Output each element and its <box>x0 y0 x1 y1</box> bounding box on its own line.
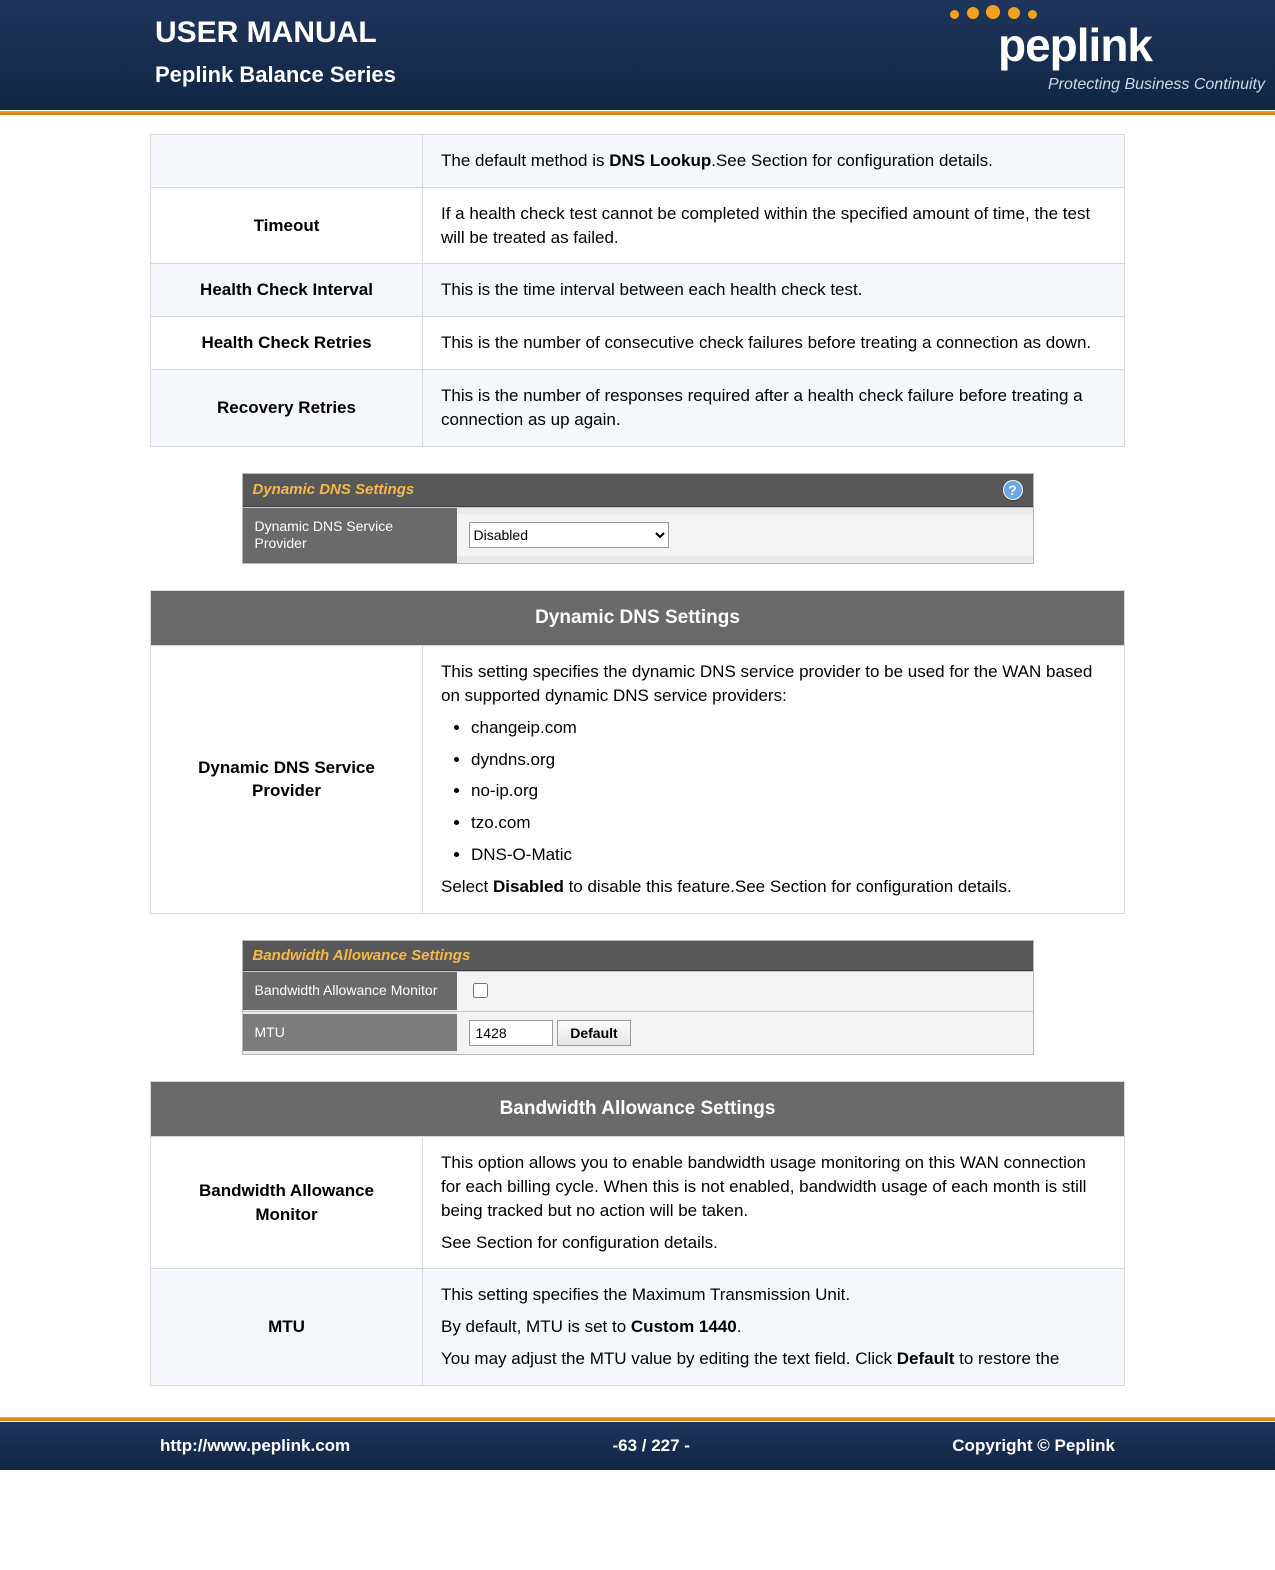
document-header: USER MANUAL Peplink Balance Series pepli… <box>0 0 1275 110</box>
table-row: Health Check Retries This is the number … <box>151 317 1125 370</box>
inline-bold: Disabled <box>493 877 564 896</box>
page-content: The default method is DNS Lookup.See Sec… <box>0 116 1275 1416</box>
text: to restore the <box>954 1349 1059 1368</box>
text: By default, MTU is set to Custom 1440. <box>441 1315 1106 1339</box>
mtu-input[interactable] <box>469 1020 553 1046</box>
table-row: Bandwidth Allowance Monitor This option … <box>151 1137 1125 1269</box>
footer-url: http://www.peplink.com <box>160 1436 350 1456</box>
ddns-provider-select[interactable]: Disabled <box>469 522 669 548</box>
list-item: no-ip.org <box>471 779 1106 803</box>
text: .See Section for configuration details. <box>711 151 993 170</box>
panel-row: MTU Default <box>243 1011 1033 1054</box>
row-desc: This is the time interval between each h… <box>423 264 1125 317</box>
provider-list: changeip.com dyndns.org no-ip.org tzo.co… <box>471 716 1106 867</box>
inline-bold: Custom 1440 <box>631 1317 737 1336</box>
text: Select Disabled to disable this feature.… <box>441 875 1106 899</box>
table-row: The default method is DNS Lookup.See Sec… <box>151 135 1125 188</box>
inline-bold: DNS Lookup <box>609 151 711 170</box>
bandwidth-panel: Bandwidth Allowance Settings Bandwidth A… <box>242 940 1034 1055</box>
row-label: Dynamic DNS Service Provider <box>243 508 457 563</box>
text: to disable this feature.See Section for … <box>564 877 1012 896</box>
text: This option allows you to enable bandwid… <box>441 1151 1106 1222</box>
table-row: Health Check Interval This is the time i… <box>151 264 1125 317</box>
row-desc: This option allows you to enable bandwid… <box>423 1137 1125 1269</box>
panel-title: Bandwidth Allowance Settings <box>253 947 471 964</box>
table-row: Timeout If a health check test cannot be… <box>151 187 1125 264</box>
text: This setting specifies the dynamic DNS s… <box>441 660 1106 708</box>
text: This setting specifies the Maximum Trans… <box>441 1283 1106 1307</box>
section-heading: Dynamic DNS Settings <box>151 590 1125 646</box>
panel-row: Dynamic DNS Service Provider Disabled <box>243 507 1033 563</box>
row-field: Disabled <box>457 514 1033 556</box>
row-label: Timeout <box>151 187 423 264</box>
text: By default, MTU is set to <box>441 1317 631 1336</box>
dynamic-dns-table: Dynamic DNS Settings Dynamic DNS Service… <box>150 590 1125 914</box>
text: See Section for configuration details. <box>441 1231 1106 1255</box>
bandwidth-table: Bandwidth Allowance Settings Bandwidth A… <box>150 1081 1125 1386</box>
row-desc: This setting specifies the Maximum Trans… <box>423 1269 1125 1385</box>
text: . <box>737 1317 742 1336</box>
mtu-default-button[interactable]: Default <box>557 1020 630 1046</box>
table-row: MTU This setting specifies the Maximum T… <box>151 1269 1125 1385</box>
help-icon[interactable]: ? <box>1003 480 1023 500</box>
list-item: changeip.com <box>471 716 1106 740</box>
row-field <box>457 972 1033 1011</box>
row-label: Health Check Retries <box>151 317 423 370</box>
row-desc: The default method is DNS Lookup.See Sec… <box>423 135 1125 188</box>
section-heading: Bandwidth Allowance Settings <box>151 1081 1125 1137</box>
header-subtitle: Peplink Balance Series <box>155 62 396 88</box>
row-desc: This setting specifies the dynamic DNS s… <box>423 646 1125 913</box>
row-label: Bandwidth Allowance Monitor <box>243 972 457 1010</box>
row-label-empty <box>151 135 423 188</box>
text: You may adjust the MTU value by editing … <box>441 1347 1106 1371</box>
brand-logo: peplink Protecting Business Continuity <box>885 0 1275 110</box>
dynamic-dns-panel: Dynamic DNS Settings ? Dynamic DNS Servi… <box>242 473 1034 564</box>
row-label: Health Check Interval <box>151 264 423 317</box>
section-heading-row: Dynamic DNS Settings <box>151 590 1125 646</box>
document-footer: http://www.peplink.com -63 / 227 - Copyr… <box>0 1422 1275 1470</box>
panel-titlebar: Bandwidth Allowance Settings <box>243 941 1033 971</box>
row-label: Dynamic DNS Service Provider <box>151 646 423 913</box>
health-check-table: The default method is DNS Lookup.See Sec… <box>150 134 1125 447</box>
row-desc: This is the number of responses required… <box>423 369 1125 446</box>
row-label: MTU <box>243 1014 457 1052</box>
panel-title: Dynamic DNS Settings <box>253 481 415 498</box>
list-item: dyndns.org <box>471 748 1106 772</box>
row-desc: If a health check test cannot be complet… <box>423 187 1125 264</box>
text: Select <box>441 877 493 896</box>
brand-name: peplink <box>885 18 1265 72</box>
row-desc: This is the number of consecutive check … <box>423 317 1125 370</box>
section-heading-row: Bandwidth Allowance Settings <box>151 1081 1125 1137</box>
bandwidth-monitor-checkbox[interactable] <box>473 983 488 998</box>
text: The default method is <box>441 151 609 170</box>
row-label: Recovery Retries <box>151 369 423 446</box>
panel-titlebar: Dynamic DNS Settings ? <box>243 474 1033 507</box>
list-item: tzo.com <box>471 811 1106 835</box>
row-label: MTU <box>151 1269 423 1385</box>
header-title: USER MANUAL <box>155 16 377 50</box>
row-field: Default <box>457 1012 1033 1054</box>
brand-tagline: Protecting Business Continuity <box>1048 76 1265 94</box>
table-row: Recovery Retries This is the number of r… <box>151 369 1125 446</box>
row-label: Bandwidth Allowance Monitor <box>151 1137 423 1269</box>
footer-copyright: Copyright © Peplink <box>952 1436 1115 1456</box>
panel-row: Bandwidth Allowance Monitor <box>243 971 1033 1011</box>
footer-page: -63 / 227 - <box>612 1436 690 1456</box>
table-row: Dynamic DNS Service Provider This settin… <box>151 646 1125 913</box>
text: You may adjust the MTU value by editing … <box>441 1349 897 1368</box>
inline-bold: Default <box>897 1349 955 1368</box>
list-item: DNS-O-Matic <box>471 843 1106 867</box>
